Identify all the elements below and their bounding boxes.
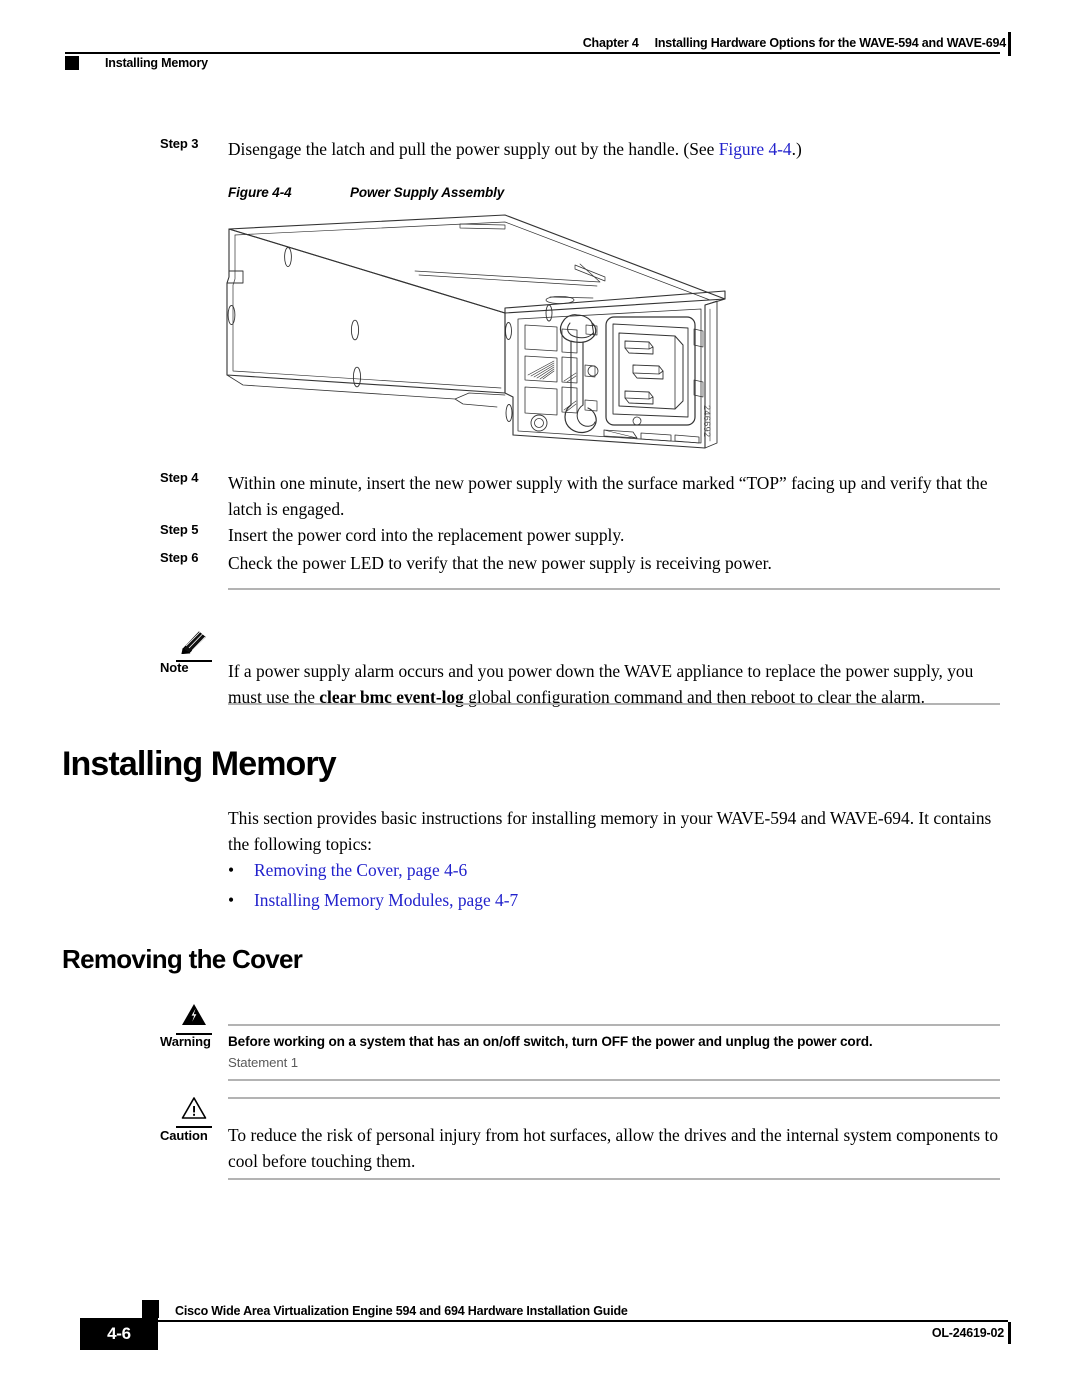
header-chapter-number: Chapter 4 [582, 36, 639, 50]
header-chapter-title: Installing Hardware Options for the WAVE… [654, 36, 1007, 50]
page-title: Installing Memory [62, 745, 337, 783]
warning-text: Before working on a system that has an o… [228, 1031, 1000, 1073]
caution-icon-wrap [160, 1096, 228, 1128]
pencil-icon [181, 630, 206, 655]
note-rule-bottom [228, 703, 1000, 705]
header-rule [65, 52, 1000, 54]
footer-doc-title: Cisco Wide Area Virtualization Engine 59… [175, 1304, 628, 1318]
link-removing-the-cover[interactable]: Removing the Cover, page 4-6 [254, 857, 467, 883]
warning-statement: Statement 1 [228, 1055, 299, 1070]
step-text-6: Check the power LED to verify that the n… [228, 553, 772, 573]
note-icon-wrap [160, 628, 228, 662]
header-chapter-line: Chapter 4 Installing Hardware Options for… [583, 36, 1006, 50]
figure-number: Figure 4-4 [228, 185, 292, 200]
step-text-5: Insert the power cord into the replaceme… [228, 525, 625, 545]
warning-label: Warning [160, 1034, 211, 1049]
step-row-6: Step 6 Check the power LED to verify tha… [160, 550, 1000, 576]
link-installing-memory-modules[interactable]: Installing Memory Modules, page 4-7 [254, 887, 518, 913]
note-label: Note [160, 660, 189, 675]
step-3-text-before: Disengage the latch and pull the power s… [228, 139, 719, 159]
figure-title: Power Supply Assembly [350, 185, 505, 200]
footer-square-marker-icon [142, 1300, 159, 1318]
figure-art-id: 246692 [702, 405, 712, 438]
header-running-head: Installing Memory [65, 56, 208, 70]
caution-rule-bottom [228, 1178, 1000, 1180]
step-label-5: Step 5 [160, 522, 199, 537]
list-item: • Removing the Cover, page 4-6 [228, 857, 1000, 883]
step-row-3: Step 3 Disengage the latch and pull the … [160, 136, 1000, 162]
header-running-head-label: Installing Memory [105, 56, 208, 70]
page-footer: Cisco Wide Area Virtualization Engine 59… [0, 1290, 1080, 1370]
step-label-6: Step 6 [160, 550, 199, 565]
header-change-bar [1008, 32, 1011, 56]
footer-change-bar [1008, 1322, 1011, 1344]
bullet-icon: • [228, 860, 235, 880]
bullet-icon: • [228, 890, 235, 910]
warning-triangle-icon [182, 1004, 206, 1025]
section-intro-paragraph: This section provides basic instructions… [228, 808, 992, 854]
warning-rule-bottom [228, 1079, 1000, 1081]
caution-rule-top [228, 1097, 1000, 1099]
warning-icon-wrap [160, 1003, 228, 1035]
list-item: • Installing Memory Modules, page 4-7 [228, 887, 1000, 913]
figure-power-supply-assembly [205, 205, 765, 465]
subsection-title: Removing the Cover [62, 944, 303, 974]
step-text-3: Disengage the latch and pull the power s… [228, 136, 1000, 162]
step-row-5: Step 5 Insert the power cord into the re… [160, 522, 1000, 548]
caution-text: To reduce the risk of personal injury fr… [228, 1125, 999, 1171]
step-text-4: Within one minute, insert the new power … [228, 473, 988, 519]
step-label-4: Step 4 [160, 470, 199, 485]
caution-triangle-icon [181, 1097, 207, 1119]
footer-page-number: 4-6 [80, 1318, 158, 1350]
warning-message: Before working on a system that has an o… [228, 1034, 873, 1049]
footer-doc-id: OL-24619-02 [931, 1326, 1004, 1340]
header-square-marker-icon [65, 56, 79, 70]
caution-label: Caution [160, 1128, 208, 1143]
figure-4-4-link[interactable]: Figure 4-4 [719, 139, 792, 159]
footer-rule [80, 1320, 1008, 1322]
figure-caption: Figure 4-4 Power Supply Assembly [228, 185, 504, 200]
warning-rule-top [228, 1024, 1000, 1026]
note-rule-top [228, 588, 1000, 590]
step-3-text-after: .) [791, 139, 802, 159]
page-header: Chapter 4 Installing Hardware Options for… [0, 0, 1080, 90]
power-supply-illustration [226, 214, 726, 449]
step-label-3: Step 3 [160, 136, 199, 151]
step-row-4: Step 4 Within one minute, insert the new… [160, 470, 1000, 522]
